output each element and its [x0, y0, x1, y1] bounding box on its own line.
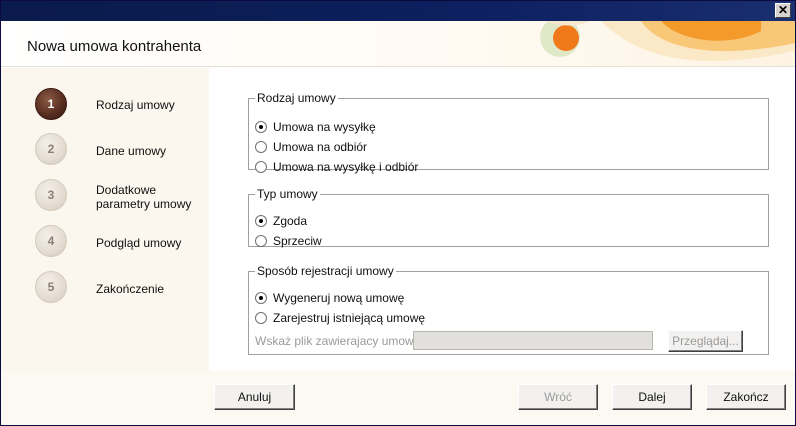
radio-label: Zarejestruj istniejącą umowę	[273, 311, 426, 325]
step-3: 3 Dodatkowe parametry umowy	[1, 179, 209, 219]
radio-label: Wygeneruj nową umowę	[273, 291, 405, 305]
step-1: 1 Rodzaj umowy	[1, 88, 209, 128]
finish-button[interactable]: Zakończ	[706, 384, 786, 410]
step-3-label: Dodatkowe parametry umowy	[96, 183, 192, 211]
page-title: Nowa umowa kontrahenta	[27, 38, 202, 55]
back-button[interactable]: Wróć	[518, 384, 598, 410]
wizard-steps: 1 Rodzaj umowy 2 Dane umowy 3 Dodatkowe …	[1, 68, 209, 371]
contract-kind-group: Rodzaj umowy Umowa na wysyłkę Umowa na o…	[248, 91, 769, 174]
step-4-circle: 4	[35, 225, 67, 257]
step-5: 5 Zakończenie	[1, 271, 209, 311]
file-path-label: Wskaż plik zawierajacy umowę:	[255, 334, 424, 348]
step-4: 4 Podgląd umowy	[1, 225, 209, 265]
radio-option-shipping[interactable]: Umowa na wysyłkę	[255, 119, 376, 135]
radio-button[interactable]	[255, 292, 267, 304]
registration-group: Sposób rejestracji umowy Wygeneruj nową …	[248, 264, 769, 355]
next-button[interactable]: Dalej	[612, 384, 692, 410]
radio-option-register-existing[interactable]: Zarejestruj istniejącą umowę	[255, 310, 425, 326]
contract-type-group: Typ umowy Zgoda Sprzeciw	[248, 187, 769, 249]
title-bar: ✕	[1, 1, 795, 21]
radio-button[interactable]	[255, 161, 267, 173]
registration-legend: Sposób rejestracji umowy	[257, 264, 394, 278]
contract-kind-legend: Rodzaj umowy	[257, 91, 336, 105]
step-1-label: Rodzaj umowy	[96, 98, 175, 112]
radio-label: Zgoda	[273, 214, 308, 228]
step-5-label: Zakończenie	[96, 282, 165, 296]
contract-type-legend: Typ umowy	[257, 187, 318, 201]
radio-option-shipping-and-receiving[interactable]: Umowa na wysyłkę i odbiór	[255, 159, 418, 175]
step-2-label: Dane umowy	[96, 144, 167, 158]
radio-option-generate[interactable]: Wygeneruj nową umowę	[255, 290, 404, 306]
wizard-header: Nowa umowa kontrahenta	[1, 21, 795, 67]
radio-label: Umowa na wysyłkę	[273, 120, 376, 134]
step-3-circle: 3	[35, 179, 67, 211]
radio-button[interactable]	[255, 215, 267, 227]
step-1-circle: 1	[35, 88, 67, 120]
radio-option-objection[interactable]: Sprzeciw	[255, 233, 322, 249]
radio-label: Umowa na wysyłkę i odbiór	[273, 160, 419, 174]
step-5-circle: 5	[35, 271, 67, 303]
wizard-content: Rodzaj umowy Umowa na wysyłkę Umowa na o…	[209, 68, 795, 371]
step-2: 2 Dane umowy	[1, 133, 209, 173]
radio-option-receiving[interactable]: Umowa na odbiór	[255, 139, 367, 155]
wizard-footer: Anuluj Wróć Dalej Zakończ	[1, 371, 795, 425]
radio-label: Umowa na odbiór	[273, 140, 368, 154]
step-4-label: Podgląd umowy	[96, 236, 182, 250]
browse-button[interactable]: Przeglądaj...	[668, 330, 743, 352]
radio-button[interactable]	[255, 235, 267, 247]
close-button[interactable]: ✕	[775, 3, 791, 18]
cancel-button[interactable]: Anuluj	[214, 384, 295, 410]
radio-label: Sprzeciw	[273, 234, 322, 248]
wizard-window: ✕ Nowa umowa kontrahenta 1 Rodzaj umowy …	[0, 0, 796, 426]
file-path-input[interactable]	[413, 331, 653, 350]
radio-button[interactable]	[255, 312, 267, 324]
radio-button[interactable]	[255, 141, 267, 153]
radio-button[interactable]	[255, 121, 267, 133]
radio-option-consent[interactable]: Zgoda	[255, 213, 307, 229]
step-2-circle: 2	[35, 133, 67, 165]
